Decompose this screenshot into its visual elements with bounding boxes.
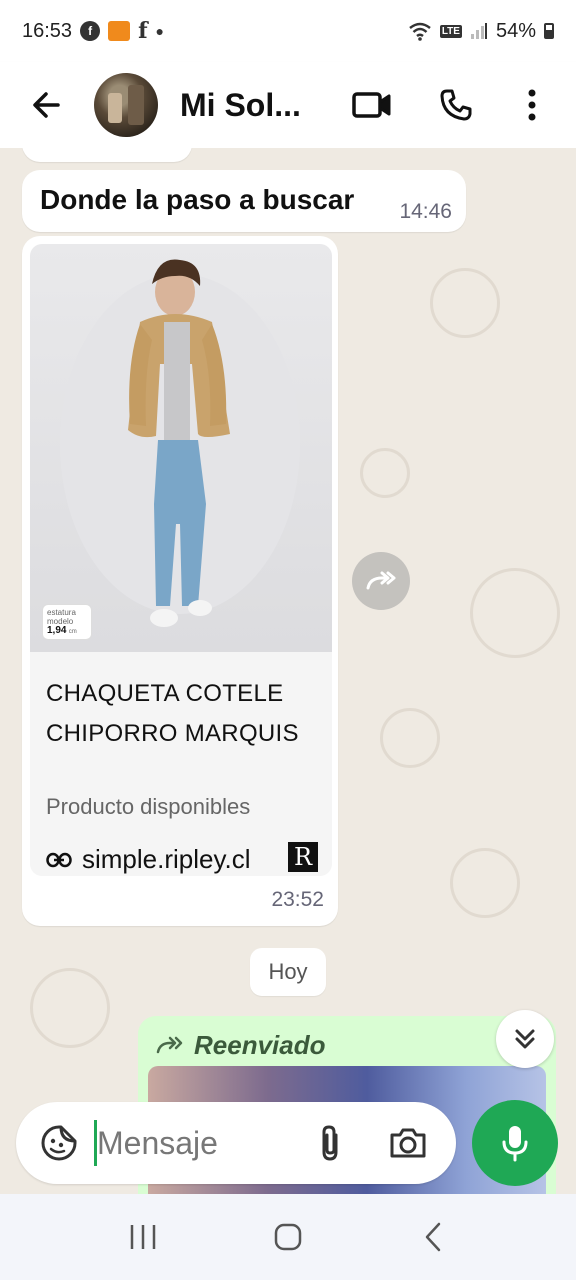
product-link[interactable]: simple.ripley.cl [46, 844, 251, 875]
contact-avatar[interactable] [94, 73, 158, 137]
back-arrow-icon [33, 92, 60, 118]
system-nav-bar [0, 1194, 576, 1280]
scroll-to-bottom-button[interactable] [496, 1010, 554, 1068]
camera-button[interactable] [383, 1118, 433, 1168]
wifi-icon [409, 22, 431, 41]
recent-apps-button[interactable] [113, 1207, 173, 1267]
height-badge: estatura modelo 1,94 cm [42, 604, 92, 640]
height-badge-unit: cm [68, 629, 77, 635]
sticker-button[interactable] [34, 1118, 84, 1168]
back-button[interactable] [16, 75, 76, 135]
facebook-icon: f [80, 21, 101, 41]
home-icon [274, 1223, 302, 1251]
product-image[interactable]: estatura modelo 1,94 cm [30, 244, 332, 652]
product-link-text: simple.ripley.cl [82, 844, 251, 874]
forward-icon [366, 571, 396, 590]
brand-logo: R [288, 842, 318, 872]
message-time: 14:46 [399, 200, 452, 223]
wallpaper-doodle [470, 568, 560, 658]
home-button[interactable] [258, 1207, 318, 1267]
wallpaper-doodle [30, 968, 110, 1048]
battery-icon [544, 23, 554, 39]
paperclip-icon [322, 1125, 338, 1161]
signal-icon [470, 23, 487, 39]
battery-percent: 54% [495, 19, 536, 42]
more-options-button[interactable] [502, 75, 562, 135]
message-bubble-link[interactable]: estatura modelo 1,94 cm CHAQUETA COTELE … [22, 236, 338, 926]
message-time: 23:52 [271, 888, 324, 911]
wallpaper-doodle [450, 848, 520, 918]
app-notification-icon [108, 21, 131, 41]
nav-back-button[interactable] [403, 1207, 463, 1267]
more-notifications-dot: ● [155, 23, 164, 39]
product-description: Producto disponibles [46, 794, 251, 819]
double-chevron-down-icon [515, 1029, 535, 1049]
chat-header: Mi Sol... [0, 62, 576, 148]
camera-icon [390, 1128, 426, 1158]
height-badge-value: 1,94 [47, 625, 67, 636]
video-call-button[interactable] [342, 75, 402, 135]
previous-message-bubble [22, 148, 192, 162]
phone-icon [440, 89, 472, 121]
forwarded-label: Reenviado [156, 1030, 326, 1061]
lte-icon: LTE [439, 24, 462, 38]
letter-f-icon: f [138, 18, 148, 44]
status-bar: 16:53 f f ● LTE 54% [0, 0, 576, 62]
attach-button[interactable] [305, 1118, 355, 1168]
forward-button[interactable] [352, 552, 410, 610]
message-text: Donde la paso a buscar [40, 184, 355, 215]
chat-area[interactable]: Donde la paso a buscar 14:46 estatura mo… [0, 148, 576, 1194]
message-input[interactable] [97, 1118, 297, 1168]
more-vert-icon [528, 89, 536, 121]
product-title: CHAQUETA COTELE CHIPORRO MARQUIS [46, 680, 299, 747]
message-bubble-incoming[interactable]: Donde la paso a buscar 14:46 [22, 170, 466, 232]
link-icon [46, 852, 72, 867]
forwarded-icon [156, 1036, 183, 1053]
date-divider: Hoy [250, 948, 326, 996]
message-composer [16, 1102, 456, 1184]
wallpaper-doodle [380, 708, 440, 768]
video-call-icon [352, 92, 391, 118]
microphone-icon [502, 1126, 528, 1162]
sticker-icon [41, 1125, 77, 1161]
status-time: 16:53 [22, 19, 73, 42]
voice-call-button[interactable] [426, 75, 486, 135]
wallpaper-doodle [360, 448, 410, 498]
recent-apps-icon [130, 1225, 155, 1249]
height-badge-line1: estatura [47, 608, 76, 617]
link-preview-card[interactable]: CHAQUETA COTELE CHIPORRO MARQUIS Product… [30, 652, 332, 876]
forwarded-text: Reenviado [194, 1030, 326, 1060]
wallpaper-doodle [430, 268, 500, 338]
nav-back-icon [426, 1222, 441, 1252]
product-photo-illustration [60, 259, 300, 627]
voice-message-button[interactable] [472, 1100, 558, 1186]
contact-name[interactable]: Mi Sol... [180, 87, 301, 124]
